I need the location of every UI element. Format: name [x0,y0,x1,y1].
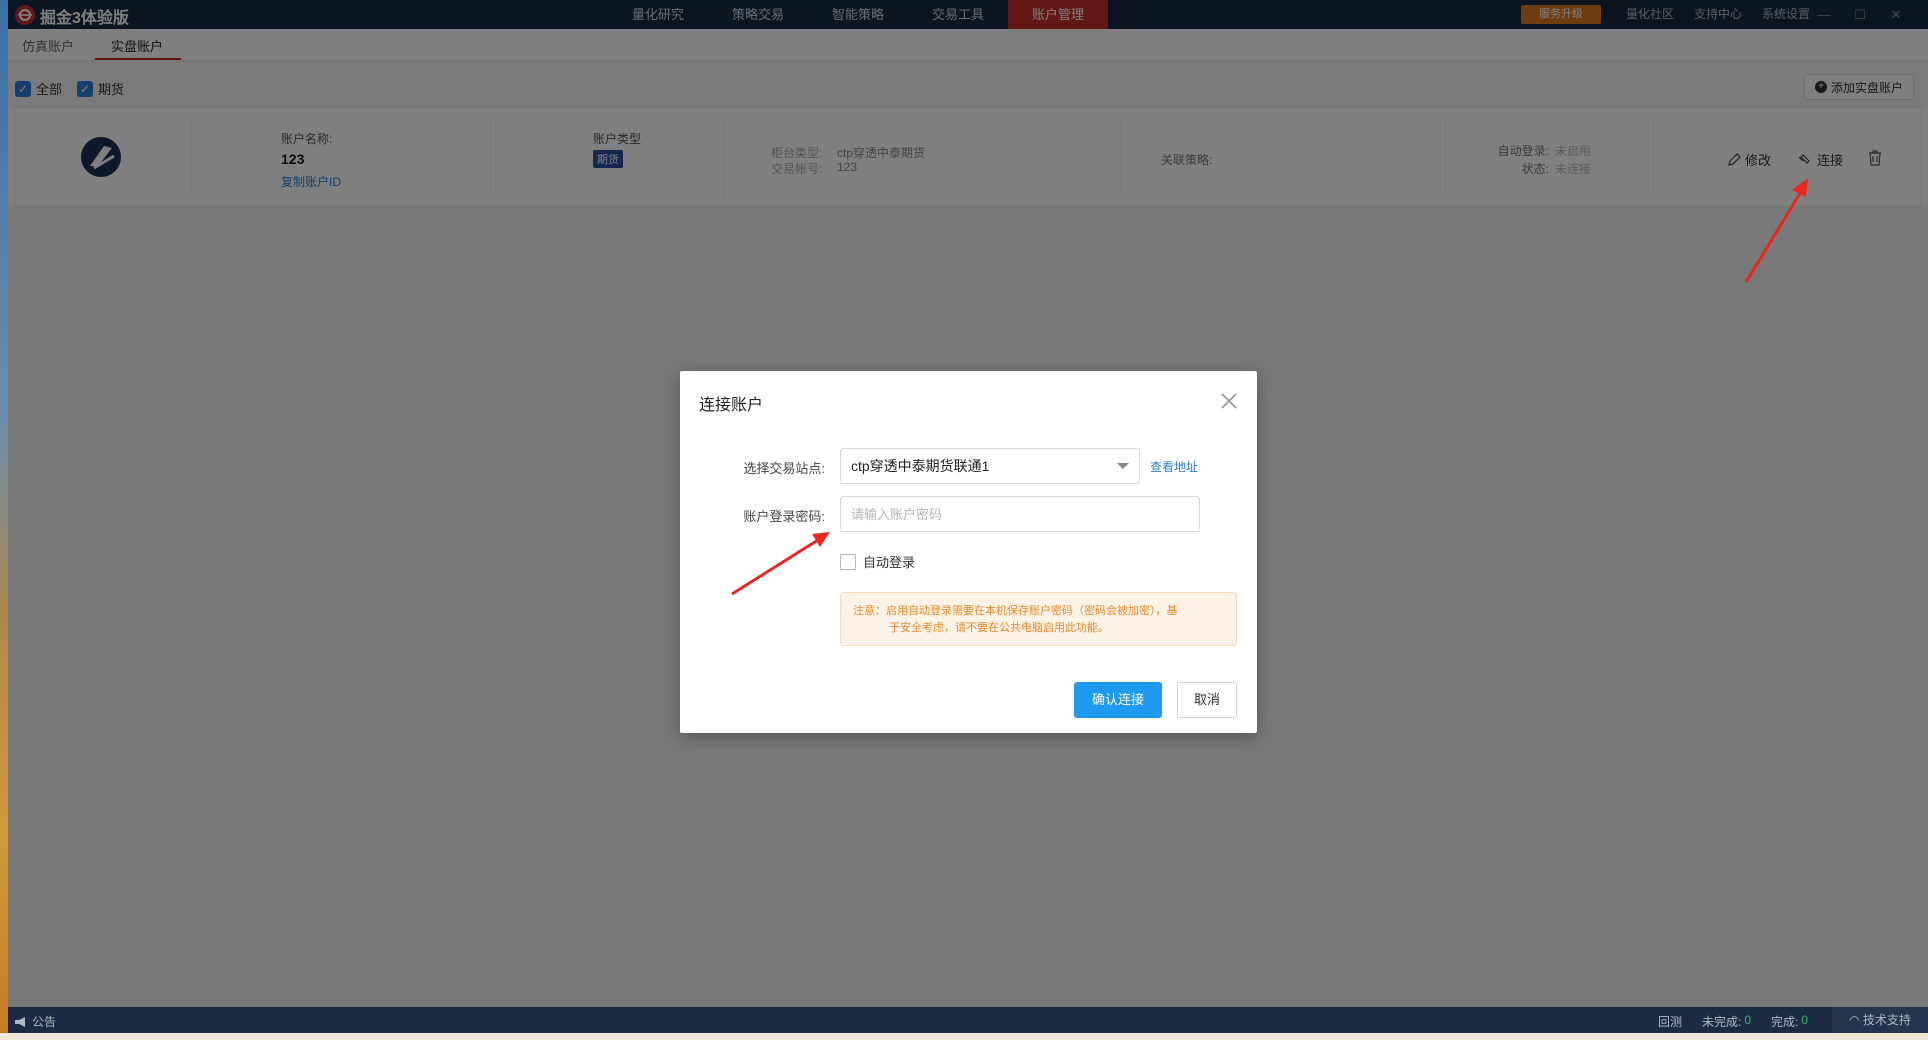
station-selected-value: ctp穿透中泰期货联通1 [851,458,990,474]
notice-label: 公告 [32,1015,57,1029]
auto-login-label: 自动登录 [863,555,916,570]
headset-icon: ◠ [1849,1013,1860,1027]
password-input[interactable] [840,496,1200,532]
backtest-label[interactable]: 回测 [1658,1013,1682,1030]
auto-login-checkbox[interactable]: 自动登录 [840,552,915,571]
tech-support-label: 技术支持 [1862,1013,1911,1027]
checkbox-box [840,553,856,570]
confirm-connect-button[interactable]: 确认连接 [1074,682,1162,718]
dialog-title: 连接账户 [699,397,764,414]
warning-line-2: 于安全考虑，请不要在公共电脑启用此功能。 [889,622,1109,634]
chevron-down-icon [1117,463,1129,469]
connect-account-dialog: 连接账户 选择交易站点: ctp穿透中泰期货联通1 查看地址 账户登录密码: 自… [680,371,1257,733]
cancel-button[interactable]: 取消 [1177,682,1237,718]
notice-button[interactable]: 公告 [14,1013,56,1030]
auto-login-warning: 注意：启用自动登录需要在本机保存账户密码（密码会被加密），基 于安全考虑，请不要… [840,592,1237,646]
pending-count: 0 [1744,1013,1752,1027]
tech-support-button[interactable]: ◠ 技术支持 [1832,1007,1928,1033]
close-icon[interactable] [1219,391,1239,411]
password-label: 账户登录密码: [743,509,825,524]
taskbar-strip [0,1033,1928,1040]
pending-label: 未完成: [1702,1015,1742,1029]
done-label: 完成: [1771,1015,1799,1029]
warning-line-1: 注意：启用自动登录需要在本机保存账户密码（密码会被加密），基 [853,605,1178,617]
view-address-link[interactable]: 查看地址 [1150,458,1198,475]
station-select[interactable]: ctp穿透中泰期货联通1 [840,448,1140,484]
desktop-background [0,0,8,1040]
task-status: 回测 未完成: 0 完成: 0 [1658,1013,1828,1030]
done-count: 0 [1801,1013,1809,1027]
status-bar: 公告 回测 未完成: 0 完成: 0 ◠ 技术支持 [8,1007,1928,1033]
megaphone-icon [15,1016,25,1027]
station-label: 选择交易站点: [743,461,825,476]
